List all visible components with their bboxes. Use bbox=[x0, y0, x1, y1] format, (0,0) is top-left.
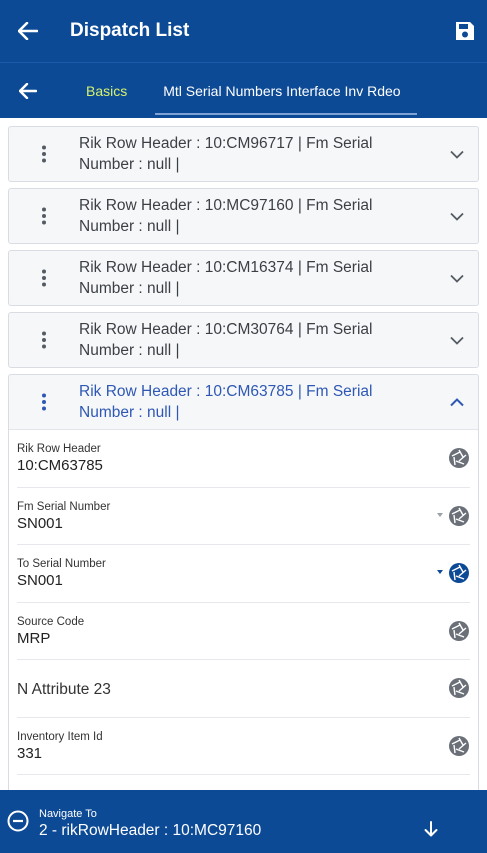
arrow-down-icon[interactable] bbox=[422, 820, 440, 838]
tab-back-button[interactable] bbox=[0, 63, 56, 119]
chevron-down-icon bbox=[450, 336, 464, 345]
inventory-item-id-field[interactable]: Inventory Item Id 331 bbox=[17, 718, 470, 775]
back-button[interactable] bbox=[0, 0, 56, 62]
arrow-left-icon bbox=[19, 82, 37, 99]
expand-button[interactable] bbox=[436, 251, 478, 305]
dropdown-caret-icon[interactable] bbox=[437, 512, 443, 517]
navigate-bar[interactable]: Navigate To 2 - rikRowHeader : 10:MC9716… bbox=[0, 790, 487, 853]
record-card[interactable]: Rik Row Header : 10:MC97160 | Fm Serial … bbox=[8, 188, 479, 244]
collapse-button[interactable] bbox=[436, 375, 478, 429]
expand-button[interactable] bbox=[436, 313, 478, 367]
navigate-label: Navigate To bbox=[39, 808, 97, 820]
more-options-button[interactable] bbox=[9, 127, 79, 181]
page-title: Dispatch List bbox=[70, 20, 190, 41]
navigate-value: 2 - rikRowHeader : 10:MC97160 bbox=[39, 822, 262, 839]
n-attribute-23-field[interactable]: N Attribute 23 bbox=[17, 660, 470, 718]
source-code-field[interactable]: Source Code MRP bbox=[17, 603, 470, 660]
aperture-icon[interactable] bbox=[448, 620, 470, 642]
record-card-expanded[interactable]: Rik Row Header : 10:CM63785 | Fm Serial … bbox=[8, 374, 479, 790]
save-button[interactable] bbox=[443, 0, 487, 62]
record-summary: Rik Row Header : 10:CM63785 | Fm Serial … bbox=[79, 383, 373, 421]
tab-mtl-serial-numbers[interactable]: Mtl Serial Numbers Interface Inv Rdeo bbox=[147, 63, 417, 119]
aperture-icon[interactable] bbox=[448, 505, 470, 527]
more-options-button[interactable] bbox=[9, 375, 79, 429]
next-field-partial[interactable] bbox=[17, 775, 470, 790]
kebab-menu-icon bbox=[42, 331, 46, 349]
kebab-menu-icon bbox=[42, 145, 46, 163]
minus-circle-icon[interactable] bbox=[7, 810, 29, 832]
more-options-button[interactable] bbox=[9, 189, 79, 243]
to-serial-number-field[interactable]: To Serial Number SN001 bbox=[17, 545, 470, 603]
expand-button[interactable] bbox=[436, 189, 478, 243]
aperture-icon[interactable] bbox=[448, 447, 470, 469]
record-card[interactable]: Rik Row Header : 10:CM96717 | Fm Serial … bbox=[8, 126, 479, 182]
more-options-button[interactable] bbox=[9, 313, 79, 367]
aperture-icon[interactable] bbox=[448, 562, 470, 584]
record-detail-fields: Rik Row Header 10:CM63785 Fm Serial Numb… bbox=[9, 429, 478, 790]
save-icon bbox=[456, 22, 474, 40]
aperture-icon[interactable] bbox=[448, 735, 470, 757]
chevron-down-icon bbox=[450, 274, 464, 283]
chevron-down-icon bbox=[450, 212, 464, 221]
more-options-button[interactable] bbox=[9, 251, 79, 305]
arrow-left-icon bbox=[18, 22, 38, 40]
record-summary: Rik Row Header : 10:CM16374 | Fm Serial … bbox=[79, 259, 373, 297]
kebab-menu-icon bbox=[42, 269, 46, 287]
record-summary: Rik Row Header : 10:CM30764 | Fm Serial … bbox=[79, 321, 373, 359]
kebab-menu-icon bbox=[42, 393, 46, 411]
tab-bar: Basics Mtl Serial Numbers Interface Inv … bbox=[0, 62, 487, 118]
kebab-menu-icon bbox=[42, 207, 46, 225]
app-bar: Dispatch List bbox=[0, 0, 487, 62]
tab-basics[interactable]: Basics bbox=[56, 63, 147, 119]
chevron-down-icon bbox=[450, 150, 464, 159]
record-card[interactable]: Rik Row Header : 10:CM30764 | Fm Serial … bbox=[8, 312, 479, 368]
rik-row-header-field[interactable]: Rik Row Header 10:CM63785 bbox=[17, 430, 470, 488]
aperture-icon[interactable] bbox=[448, 677, 470, 699]
expand-button[interactable] bbox=[436, 127, 478, 181]
record-summary: Rik Row Header : 10:CM96717 | Fm Serial … bbox=[79, 135, 373, 173]
record-card[interactable]: Rik Row Header : 10:CM16374 | Fm Serial … bbox=[8, 250, 479, 306]
record-list: Rik Row Header : 10:CM96717 | Fm Serial … bbox=[0, 118, 487, 790]
chevron-up-icon bbox=[450, 397, 464, 406]
dropdown-caret-icon[interactable] bbox=[437, 570, 443, 574]
record-summary: Rik Row Header : 10:MC97160 | Fm Serial … bbox=[79, 197, 373, 235]
fm-serial-number-field[interactable]: Fm Serial Number SN001 bbox=[17, 488, 470, 545]
